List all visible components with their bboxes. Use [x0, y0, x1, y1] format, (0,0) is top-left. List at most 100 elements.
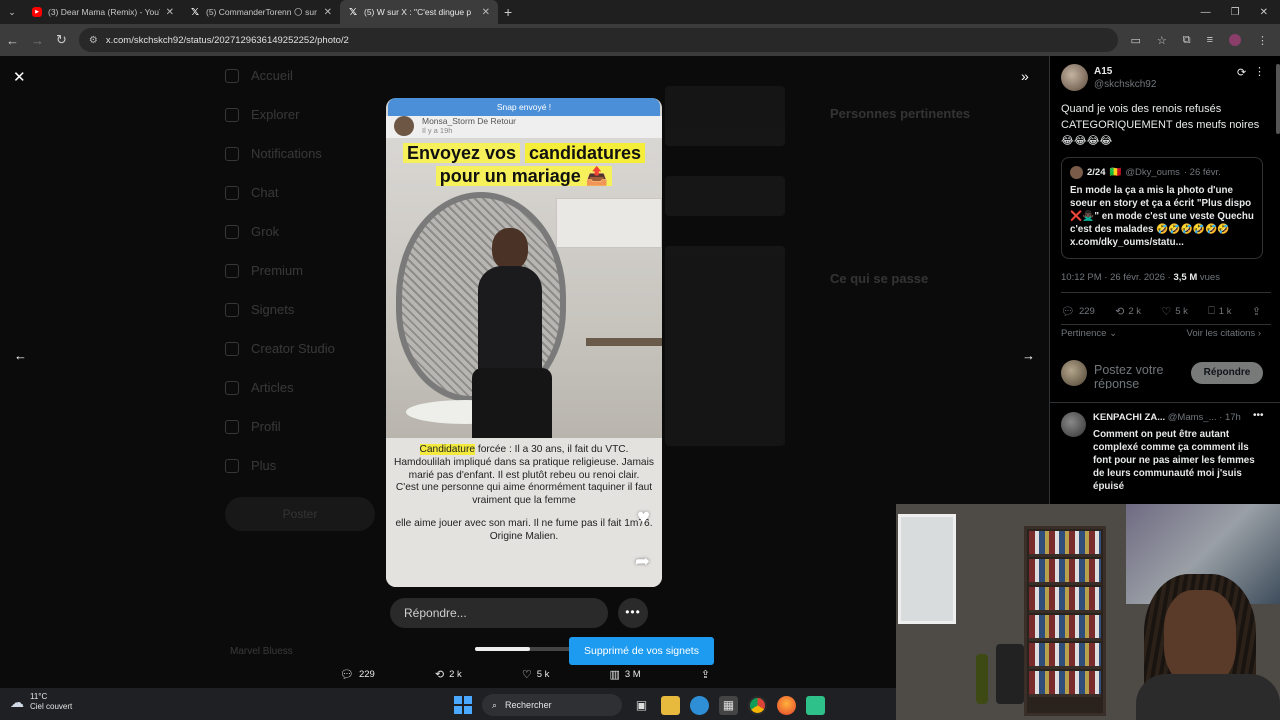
- cloud-icon: ☁: [10, 693, 24, 710]
- close-viewer-icon[interactable]: ✕: [13, 68, 26, 86]
- share-action[interactable]: ⇪: [701, 668, 710, 681]
- reply-input[interactable]: Postez votre réponse: [1094, 363, 1186, 389]
- store-icon[interactable]: ▦: [719, 695, 738, 715]
- post-meta: 10:12 PM · 26 févr. 2026 · 3,5 M vues: [1061, 272, 1220, 283]
- author-handle[interactable]: @skchskch92: [1094, 79, 1156, 90]
- weather-widget[interactable]: ☁ 11°C Ciel couvert: [10, 692, 72, 712]
- bookmarks-stat[interactable]: ⎕ 1 k: [1208, 305, 1231, 318]
- extensions-icon[interactable]: ⧉: [1183, 34, 1191, 47]
- file-explorer-icon[interactable]: [661, 695, 680, 715]
- sidebar-item: Plus: [225, 446, 375, 485]
- close-window-icon[interactable]: ✕: [1260, 7, 1268, 18]
- browser-tab-bar: ⌄ ▶ (3) Dear Mama (Remix) - YouTube ✕ 𝕏 …: [0, 0, 1280, 24]
- comment-text: Comment on peut être autant complexé com…: [1093, 429, 1255, 492]
- dimmed-author: Marvel Bluess: [230, 646, 293, 657]
- browser-tab-x-1[interactable]: 𝕏 (5) CommanderTorenn 🌕 sur X ✕: [182, 0, 340, 24]
- forward-icon[interactable]: →: [31, 33, 44, 48]
- edge-icon[interactable]: [690, 695, 709, 715]
- reply-sort-row: Pertinence ⌄ Voir les citations ›: [1061, 328, 1261, 339]
- app-icon[interactable]: [806, 695, 825, 715]
- maximize-icon[interactable]: ❐: [1231, 7, 1240, 18]
- sidebar-item: Notifications: [225, 134, 375, 173]
- quoted-post[interactable]: 2/24 🇲🇱 @Dky_oums · 26 févr. En mode la …: [1061, 157, 1263, 259]
- reposts-stat[interactable]: ⟲ 2 k: [1115, 305, 1141, 318]
- snap-reply-input[interactable]: Répondre...: [390, 598, 608, 628]
- repost-action[interactable]: ⟲ 2 k: [435, 668, 462, 681]
- previous-photo-icon[interactable]: ←: [14, 348, 27, 363]
- collapse-panel-icon[interactable]: »: [1021, 68, 1029, 84]
- more-icon[interactable]: •••: [1253, 410, 1264, 421]
- browser-tab-youtube[interactable]: ▶ (3) Dear Mama (Remix) - YouTube ✕: [24, 0, 182, 24]
- share-icon: ⇪: [1251, 306, 1261, 318]
- snap-time: Il y a 19h: [422, 126, 453, 135]
- snap-reply-row: Répondre... •••: [390, 598, 660, 628]
- heart-outline-icon: ♡: [521, 668, 532, 681]
- reply-action[interactable]: 💬︎ 229: [340, 668, 375, 681]
- replies-stat[interactable]: 💬︎ 229: [1061, 305, 1095, 318]
- firefox-icon[interactable]: [777, 695, 796, 715]
- sidebar-item: Signets: [225, 290, 375, 329]
- more-options-button[interactable]: •••: [618, 598, 648, 628]
- quoted-avatar: [1070, 166, 1083, 179]
- dimmed-heading: Ce qui se passe: [830, 271, 929, 286]
- photo[interactable]: Snap envoyé ! Monsa_Storm De Retour Il y…: [386, 98, 662, 587]
- like-action[interactable]: ♡ 5 k: [522, 668, 550, 681]
- chevron-right-icon: ›: [1257, 328, 1261, 339]
- tab-search-icon[interactable]: ⌄: [0, 7, 24, 18]
- likes-stat[interactable]: ♡ 5 k: [1161, 305, 1188, 318]
- sidebar-item: Premium: [225, 251, 375, 290]
- browser-tab-x-2[interactable]: 𝕏 (5) W sur X : "C'est dingue p ✕: [340, 0, 498, 24]
- user-avatar: [1061, 360, 1087, 386]
- tab-close-icon[interactable]: ✕: [324, 7, 332, 18]
- more-icon[interactable]: ⋮: [1254, 65, 1265, 78]
- heart-outline-icon: ♡: [1161, 306, 1172, 318]
- media-icon[interactable]: ≡: [1207, 34, 1213, 46]
- browser-menu-icon[interactable]: ⋮: [1257, 34, 1268, 47]
- quoted-header: 2/24 🇲🇱 @Dky_oums · 26 févr.: [1070, 166, 1254, 179]
- grok-icon[interactable]: ⟳: [1237, 66, 1246, 79]
- views-action[interactable]: ▥ 3 M: [609, 668, 640, 681]
- minimize-icon[interactable]: —: [1201, 7, 1211, 18]
- share-stat[interactable]: ⇪: [1252, 305, 1261, 318]
- reply-button[interactable]: Répondre: [1191, 362, 1263, 384]
- sort-dropdown[interactable]: Pertinence ⌄: [1061, 328, 1117, 339]
- browser-right-tools: ▭ ☆ ⧉ ≡ ⋮: [1130, 34, 1274, 47]
- site-info-icon[interactable]: ⚙: [89, 35, 98, 46]
- comment-icon: 💬︎: [1061, 306, 1075, 318]
- snap-avatar: [394, 116, 414, 136]
- dimmed-feed: [665, 86, 785, 686]
- reload-icon[interactable]: ↻: [56, 32, 67, 48]
- video-progress[interactable]: [475, 647, 575, 651]
- post-stats: 💬︎ 229 ⟲ 2 k ♡ 5 k ⎕ 1 k ⇪: [1061, 305, 1261, 318]
- post-header: A15 @skchskch92 ⟳ ⋮: [1061, 64, 1271, 94]
- tab-title: (5) W sur X : "C'est dingue p: [364, 7, 472, 17]
- sidebar-item: Accueil: [225, 56, 375, 95]
- photo-action-bar: 💬︎ 229 ⟲ 2 k ♡ 5 k ▥ 3 M ⇪: [340, 664, 710, 684]
- windows-start-icon[interactable]: [454, 696, 472, 714]
- author-name[interactable]: A15: [1094, 66, 1112, 77]
- back-icon[interactable]: ←: [6, 33, 19, 48]
- sidebar-item: Explorer: [225, 95, 375, 134]
- new-tab-button[interactable]: +: [498, 4, 518, 20]
- youtube-icon: ▶: [32, 7, 42, 17]
- profile-avatar[interactable]: [1229, 34, 1241, 46]
- screen: ⌄ ▶ (3) Dear Mama (Remix) - YouTube ✕ 𝕏 …: [0, 0, 1280, 720]
- panel-scrollbar[interactable]: [1276, 64, 1280, 134]
- task-view-icon[interactable]: ▣: [632, 696, 651, 715]
- bookmark-star-icon[interactable]: ☆: [1157, 34, 1167, 47]
- author-avatar[interactable]: [1061, 64, 1088, 91]
- cast-icon[interactable]: ▭: [1130, 34, 1140, 47]
- tab-title: (5) CommanderTorenn 🌕 sur X: [206, 6, 318, 17]
- tab-close-icon[interactable]: ✕: [166, 7, 174, 18]
- share-arrow-icon: ➦: [634, 551, 650, 571]
- commenter-avatar[interactable]: [1061, 412, 1086, 437]
- address-bar[interactable]: ⚙ x.com/skchskch92/status/20271296361492…: [78, 28, 1119, 52]
- next-photo-icon[interactable]: →: [1022, 348, 1035, 363]
- view-quotes-link[interactable]: Voir les citations ›: [1187, 328, 1261, 339]
- share-icon: ⇪: [700, 668, 710, 681]
- chrome-icon[interactable]: [748, 695, 767, 715]
- taskbar-search[interactable]: ⌕ Rechercher: [482, 694, 622, 716]
- comment-icon: 💬︎: [340, 668, 354, 681]
- dimmed-heading: Personnes pertinentes: [830, 106, 971, 121]
- tab-close-icon[interactable]: ✕: [482, 7, 490, 18]
